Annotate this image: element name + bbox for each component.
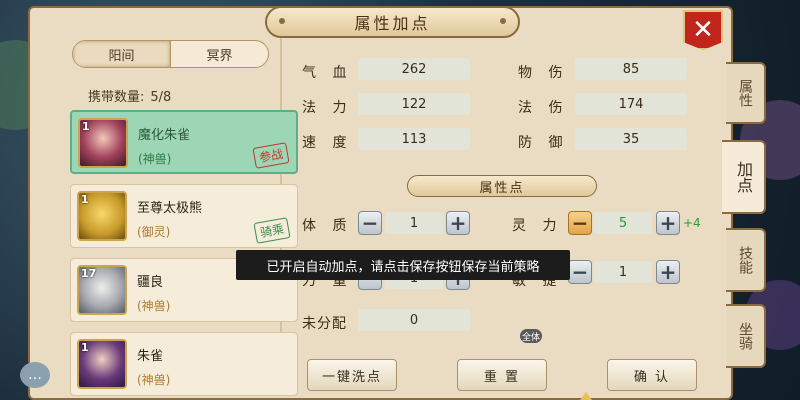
tab-add-points[interactable]: 加点	[722, 140, 766, 214]
plus-icon: +	[449, 211, 467, 235]
pet-avatar: 1	[78, 118, 128, 168]
pet-level: 1	[81, 193, 89, 206]
pet-kind: (神兽)	[137, 373, 171, 387]
pet-level: 1	[81, 341, 89, 354]
wash-points-button[interactable]: 一键洗点	[307, 359, 397, 391]
unallocated-value: 0	[358, 309, 470, 331]
points-subtitle: 属性点	[407, 175, 597, 197]
pet-kind: (神兽)	[137, 299, 171, 313]
minus-button[interactable]: −	[568, 260, 592, 284]
carry-label: 携带数量:	[88, 90, 145, 105]
pet-name: 魔化朱雀	[138, 128, 191, 143]
stat-value-speed: 113	[358, 128, 470, 150]
minus-button[interactable]: −	[568, 211, 592, 235]
plus-button[interactable]: +	[656, 260, 680, 284]
pet-name: 朱雀	[137, 349, 164, 364]
pet-avatar: 1	[77, 339, 127, 389]
wash-points-label: 一键洗点	[321, 369, 382, 385]
chat-icon[interactable]: …	[20, 362, 50, 388]
pet-kind: (神兽)	[138, 152, 172, 166]
plus-icon: +	[659, 211, 677, 235]
panel-title-text: 属性加点	[354, 14, 431, 33]
tab-mount-label: 坐骑	[737, 322, 753, 350]
panel-title: 属性加点	[265, 6, 520, 38]
plus-icon: +	[659, 260, 677, 284]
alloc-value-spirit: 5	[594, 212, 652, 234]
points-subtitle-text: 属性点	[479, 180, 525, 196]
confirm-label: 确 认	[633, 369, 671, 385]
battle-stamp: 参战	[252, 142, 290, 169]
minus-icon: −	[361, 211, 379, 235]
stat-label-hp: 气 血	[302, 65, 353, 81]
pointer-icon	[580, 392, 592, 400]
tab-mingjie[interactable]: 冥界	[170, 41, 268, 67]
alloc-bonus: +4	[683, 216, 701, 230]
confirm-button[interactable]: 确 认	[607, 359, 697, 391]
stat-label-magic-dmg: 法 伤	[518, 100, 569, 116]
pet-kind: (御灵)	[137, 225, 171, 239]
small-badge-text: 全体	[521, 332, 540, 343]
tab-skills[interactable]: 技能	[726, 228, 766, 292]
stat-value-phys-dmg: 85	[575, 58, 687, 80]
pet-level: 17	[81, 267, 97, 280]
carry-value: 5/8	[150, 90, 172, 105]
tooltip-text: 已开启自动加点，请点击保存按钮保存当前策略	[266, 259, 540, 275]
pet-avatar: 1	[77, 191, 127, 241]
close-button[interactable]: ✕	[683, 10, 723, 50]
reset-button[interactable]: 重 置	[457, 359, 547, 391]
tab-add-points-label: 加点	[734, 161, 753, 193]
pet-item[interactable]: 1 至尊太极熊 (御灵) 骑乘	[70, 184, 298, 248]
small-badge: 全体	[520, 329, 542, 343]
minus-icon: −	[571, 211, 589, 235]
tab-attributes-label: 属性	[737, 79, 753, 107]
pet-item[interactable]: 1 朱雀 (神兽)	[70, 332, 298, 396]
stat-label-mp: 法 力	[302, 100, 353, 116]
stat-value-defense: 35	[575, 128, 687, 150]
tab-attributes[interactable]: 属性	[726, 62, 766, 124]
ride-stamp: 骑乘	[253, 217, 291, 244]
alloc-value-agility: 1	[594, 261, 652, 283]
realm-tabs: 阳间 冥界	[72, 40, 269, 68]
reset-label: 重 置	[483, 369, 521, 385]
auto-allocate-tooltip: 已开启自动加点，请点击保存按钮保存当前策略	[236, 250, 570, 280]
tab-skills-label: 技能	[737, 246, 753, 274]
stat-label-phys-dmg: 物 伤	[518, 65, 569, 81]
pet-item[interactable]: 1 魔化朱雀 (神兽) 参战	[70, 110, 298, 174]
pet-name: 疆良	[137, 275, 164, 290]
pet-name: 至尊太极熊	[137, 201, 203, 216]
alloc-label-constitution: 体 质	[302, 218, 353, 234]
alloc-label-spirit: 灵 力	[512, 218, 563, 234]
plus-button[interactable]: +	[656, 211, 680, 235]
plus-button[interactable]: +	[446, 211, 470, 235]
unallocated-label: 未分配	[302, 316, 347, 332]
close-icon: ✕	[692, 15, 714, 45]
stat-value-mp: 122	[358, 93, 470, 115]
stat-value-hp: 262	[358, 58, 470, 80]
tab-mount[interactable]: 坐骑	[726, 304, 766, 368]
minus-icon: −	[571, 260, 589, 284]
stat-label-speed: 速 度	[302, 135, 353, 151]
minus-button[interactable]: −	[358, 211, 382, 235]
pet-level: 1	[82, 120, 90, 133]
stat-label-defense: 防 御	[518, 135, 569, 151]
stat-value-magic-dmg: 174	[575, 93, 687, 115]
carry-count: 携带数量: 5/8	[88, 86, 171, 105]
alloc-value-constitution: 1	[385, 212, 443, 234]
tab-yangjian[interactable]: 阳间	[73, 41, 170, 67]
pet-avatar: 17	[77, 265, 127, 315]
